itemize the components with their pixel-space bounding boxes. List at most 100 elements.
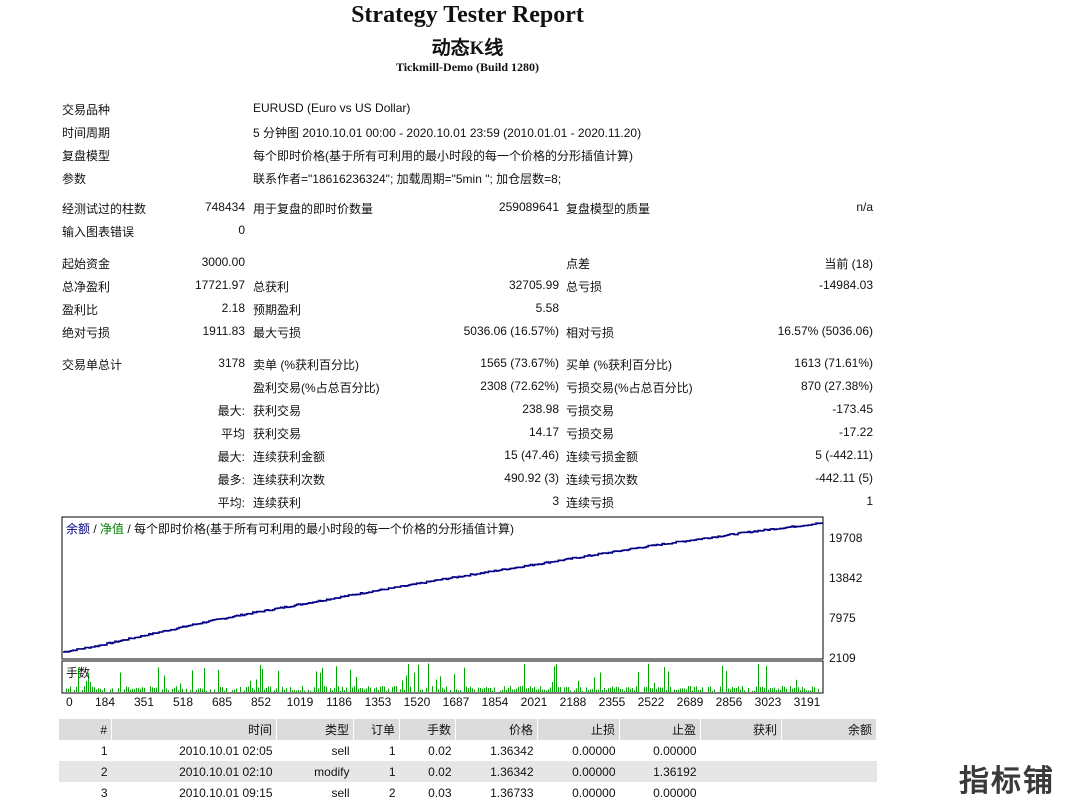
- volume-bar: [70, 686, 71, 692]
- volume-bar: [772, 688, 773, 692]
- volume-bar: [92, 686, 93, 692]
- volume-bar: [408, 664, 409, 692]
- volume-bar: [770, 688, 771, 692]
- cell-order: 1: [353, 761, 400, 782]
- volume-bar: [478, 687, 479, 692]
- cell-time: 2010.10.01 09:15: [179, 785, 273, 800]
- volume-bar: [762, 686, 763, 692]
- volume-bar: [810, 690, 811, 692]
- volume-bar: [268, 686, 269, 692]
- cell-sl: 0.00000: [537, 761, 620, 782]
- x-tick-label: 1520: [404, 695, 431, 709]
- volume-bar: [270, 686, 271, 692]
- x-tick-label: 1353: [365, 695, 392, 709]
- volume-bar: [302, 686, 303, 692]
- volume-bar: [262, 668, 263, 692]
- volume-bar: [104, 687, 105, 692]
- volume-bar: [586, 687, 587, 692]
- volume-bar: [406, 675, 407, 692]
- volume-bar: [612, 686, 613, 692]
- volume-bar: [624, 690, 625, 692]
- volume-bar: [782, 686, 783, 692]
- volume-bar: [590, 689, 591, 692]
- volume-bar: [692, 690, 693, 692]
- volume-bar: [336, 666, 337, 692]
- x-tick-label: 852: [251, 695, 271, 709]
- volume-bar: [418, 664, 419, 692]
- volume-bar: [690, 686, 691, 692]
- volume-bar: [450, 689, 451, 692]
- volume-bar: [410, 686, 411, 692]
- volume-bar: [696, 686, 697, 692]
- volume-bar: [362, 688, 363, 692]
- volume-bar: [252, 687, 253, 692]
- cell-num: 1: [100, 743, 108, 758]
- volume-bar: [296, 690, 297, 692]
- volume-bar: [130, 689, 131, 692]
- volume-bar: [322, 667, 323, 692]
- volume-bar: [414, 672, 415, 692]
- volume-bar: [198, 688, 199, 692]
- volume-bar: [738, 686, 739, 692]
- volume-bar: [806, 690, 807, 692]
- volume-label: 手数: [66, 666, 91, 680]
- volume-bar: [670, 686, 671, 692]
- volume-bar: [712, 690, 713, 692]
- orders-table: # 时间 类型 订单 手数 价格 止损 止盈 获利 余额 1 2010.10.0…: [59, 719, 877, 803]
- volume-bar: [220, 687, 221, 692]
- col-type: 类型: [276, 719, 354, 740]
- volume-bar: [110, 689, 111, 692]
- volume-bar: [394, 686, 395, 692]
- volume-bar: [786, 688, 787, 692]
- volume-bar: [470, 686, 471, 692]
- y-tick-label: 13842: [829, 571, 863, 585]
- volume-bar: [668, 671, 669, 692]
- volume-bar: [346, 687, 347, 692]
- volume-bar: [742, 686, 743, 692]
- volume-bar: [136, 687, 137, 692]
- volume-bar: [96, 689, 97, 692]
- col-tp: 止盈: [619, 719, 701, 740]
- volume-bar: [650, 688, 651, 692]
- watermark-logo: 指标铺: [959, 764, 1055, 799]
- table-row: 3 2010.10.01 09:15 sell 2 0.03 1.36733 0…: [59, 782, 877, 803]
- table-row: 2 2010.10.01 02:10 modify 1 0.02 1.36342…: [59, 761, 877, 782]
- volume-bar: [274, 690, 275, 692]
- volume-bar: [570, 690, 571, 692]
- legend-balance: 余额: [66, 522, 91, 536]
- volume-bar: [304, 690, 305, 692]
- volume-bar: [808, 690, 809, 692]
- x-tick-label: 0: [66, 695, 73, 709]
- volume-bar: [250, 680, 251, 692]
- cell-balance: [781, 761, 877, 782]
- y-tick-label: 7975: [829, 611, 856, 625]
- volume-bar: [396, 686, 397, 692]
- volume-bar: [644, 687, 645, 692]
- volume-bar: [688, 686, 689, 692]
- volume-bar: [596, 689, 597, 692]
- volume-bar: [152, 687, 153, 692]
- cell-profit: [701, 782, 782, 803]
- volume-bar: [354, 686, 355, 692]
- volume-bar: [318, 688, 319, 692]
- col-price: 价格: [455, 719, 538, 740]
- col-balance: 余额: [781, 719, 877, 740]
- volume-bar: [740, 689, 741, 692]
- volume-bar: [384, 686, 385, 692]
- cell-tp: 0.00000: [653, 785, 697, 800]
- volume-bar: [234, 689, 235, 692]
- volume-bar: [132, 688, 133, 692]
- volume-bar: [422, 689, 423, 692]
- legend-sep: /: [90, 522, 101, 536]
- volume-bar: [480, 688, 481, 692]
- volume-bar: [290, 687, 291, 692]
- volume-bar: [764, 688, 765, 692]
- volume-bar: [196, 689, 197, 692]
- volume-bar: [364, 689, 365, 692]
- volume-bar: [500, 690, 501, 692]
- volume-bar: [510, 686, 511, 692]
- volume-bar: [426, 687, 427, 692]
- volume-bar: [340, 690, 341, 692]
- legend-equity: 净值: [100, 522, 125, 536]
- volume-bar: [516, 688, 517, 692]
